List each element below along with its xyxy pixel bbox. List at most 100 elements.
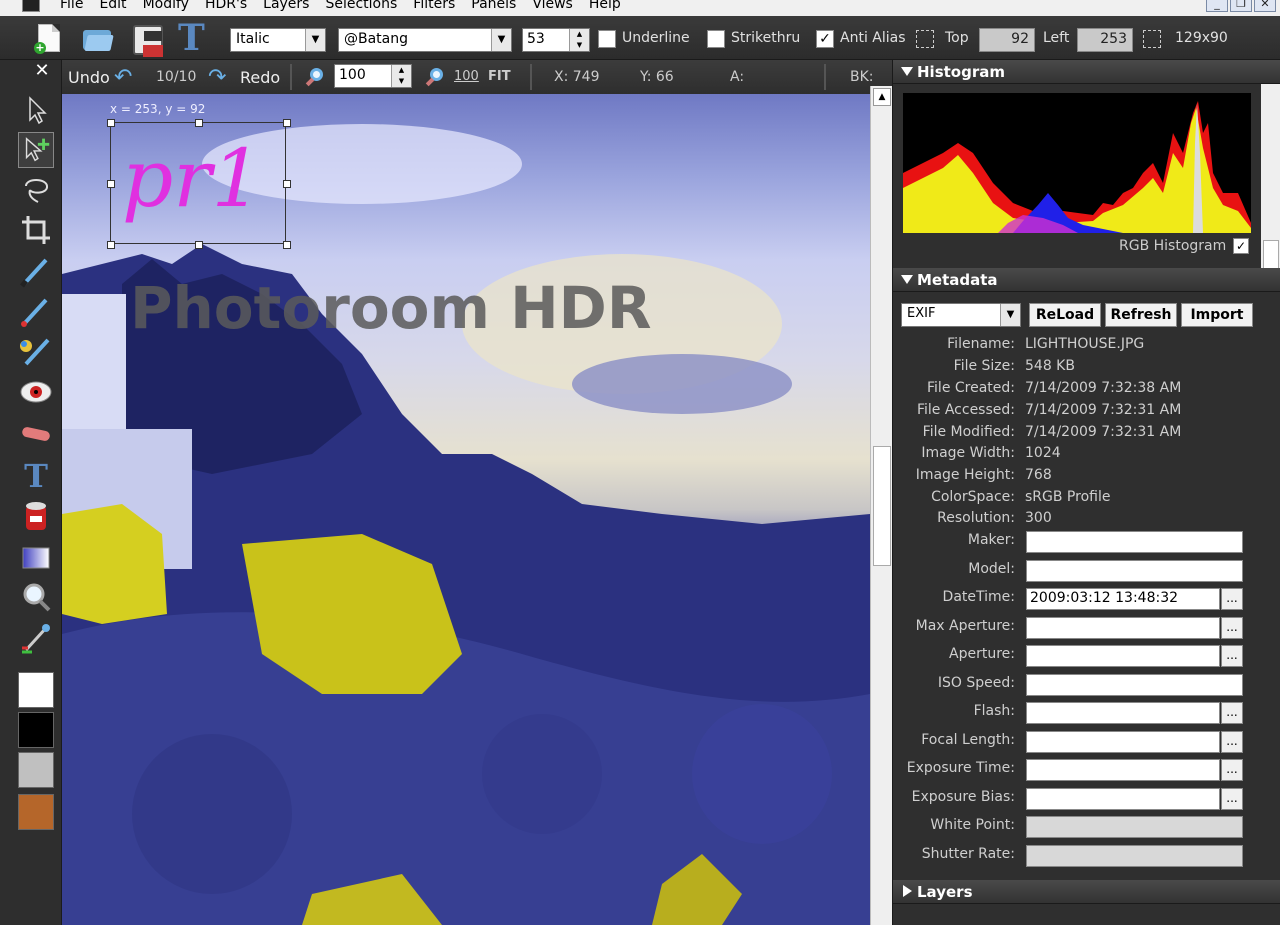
exposure-time-field[interactable] bbox=[1026, 759, 1220, 781]
zoom-tool-icon[interactable] bbox=[18, 580, 54, 616]
model-field[interactable] bbox=[1026, 560, 1243, 582]
zoom-in-icon[interactable] bbox=[304, 66, 326, 88]
text-tool-icon[interactable]: T bbox=[178, 20, 212, 56]
resize-handle[interactable] bbox=[283, 119, 291, 127]
undo-arrow-icon[interactable]: ↶ bbox=[114, 65, 132, 90]
resize-handle[interactable] bbox=[107, 119, 115, 127]
chevron-down-icon[interactable]: ▼ bbox=[491, 29, 511, 51]
swatch-texture[interactable] bbox=[18, 794, 54, 830]
reload-button[interactable]: ReLoad bbox=[1029, 303, 1101, 327]
menu-help[interactable]: Help bbox=[581, 0, 629, 13]
font-size-stepper[interactable]: 53 ▲ ▼ bbox=[522, 28, 590, 52]
add-selection-tool-icon[interactable] bbox=[18, 132, 54, 168]
swatch-gray[interactable] bbox=[18, 752, 54, 788]
aperture-field[interactable] bbox=[1026, 645, 1220, 667]
underline-checkbox[interactable] bbox=[598, 30, 616, 48]
chevron-down-icon[interactable]: ▼ bbox=[1000, 304, 1020, 326]
flash-field[interactable] bbox=[1026, 702, 1220, 724]
swatch-white[interactable] bbox=[18, 672, 54, 708]
spin-buttons[interactable]: ▲ ▼ bbox=[391, 65, 411, 87]
canvas-vertical-scrollbar[interactable]: ▲ bbox=[870, 86, 892, 925]
paint-bucket-tool-icon[interactable] bbox=[18, 498, 54, 534]
max-aperture-browse-button[interactable]: ... bbox=[1221, 617, 1243, 639]
left-field[interactable]: 253 bbox=[1077, 28, 1133, 52]
color-brush-tool-icon[interactable] bbox=[18, 334, 54, 370]
datetime-field[interactable]: 2009:03:12 13:48:32 bbox=[1026, 588, 1220, 610]
menu-views[interactable]: Views bbox=[524, 0, 581, 13]
lasso-tool-icon[interactable] bbox=[18, 172, 54, 208]
collapse-arrow-icon[interactable] bbox=[901, 67, 913, 76]
exposure-bias-field[interactable] bbox=[1026, 788, 1220, 810]
exposure-time-browse-button[interactable]: ... bbox=[1221, 759, 1243, 781]
menu-modify[interactable]: Modify bbox=[135, 0, 197, 13]
redo-arrow-icon[interactable]: ↷ bbox=[208, 65, 226, 90]
resize-handle[interactable] bbox=[195, 241, 203, 249]
zoom-out-icon[interactable] bbox=[424, 66, 446, 88]
eraser-tool-icon[interactable] bbox=[18, 416, 54, 452]
crop-tool-icon[interactable] bbox=[18, 212, 54, 248]
zoom-fit-button[interactable]: FIT bbox=[488, 69, 511, 84]
font-style-select[interactable]: Italic ▼ bbox=[230, 28, 326, 52]
color-picker-tool-icon[interactable] bbox=[18, 620, 54, 656]
menu-selections[interactable]: Selections bbox=[317, 0, 405, 13]
font-name-select[interactable]: @Batang ▼ bbox=[338, 28, 512, 52]
undo-button[interactable]: Undo bbox=[68, 68, 110, 87]
collapse-arrow-icon[interactable] bbox=[901, 275, 913, 284]
save-disk-icon[interactable] bbox=[130, 22, 164, 57]
metadata-format-select[interactable]: EXIF ▼ bbox=[901, 303, 1021, 327]
minimize-button[interactable]: _ bbox=[1206, 0, 1228, 12]
swatch-black[interactable] bbox=[18, 712, 54, 748]
zoom-stepper[interactable]: 100 ▲ ▼ bbox=[334, 64, 412, 88]
close-panel-icon[interactable]: ✕ bbox=[28, 60, 56, 84]
exposure-bias-browse-button[interactable]: ... bbox=[1221, 788, 1243, 810]
max-aperture-field[interactable] bbox=[1026, 617, 1220, 639]
brush-tool-icon[interactable] bbox=[18, 254, 54, 290]
restore-button[interactable]: ❐ bbox=[1230, 0, 1252, 12]
resize-handle[interactable] bbox=[107, 180, 115, 188]
maker-field[interactable] bbox=[1026, 531, 1243, 553]
antialias-checkbox[interactable]: ✓ bbox=[816, 30, 834, 48]
aperture-browse-button[interactable]: ... bbox=[1221, 645, 1243, 667]
strikethru-checkbox[interactable] bbox=[707, 30, 725, 48]
histogram-panel-header[interactable]: Histogram bbox=[893, 60, 1280, 84]
expand-arrow-icon[interactable] bbox=[903, 885, 912, 897]
flash-browse-button[interactable]: ... bbox=[1221, 702, 1243, 724]
resize-handle[interactable] bbox=[283, 180, 291, 188]
close-window-button[interactable]: ✕ bbox=[1254, 0, 1276, 12]
layers-panel-header[interactable]: Layers bbox=[893, 880, 1280, 904]
menu-layers[interactable]: Layers bbox=[255, 0, 317, 13]
top-field[interactable]: 92 bbox=[979, 28, 1035, 52]
menu-filters[interactable]: Filters bbox=[405, 0, 463, 13]
menu-edit[interactable]: Edit bbox=[91, 0, 134, 13]
rgb-histogram-checkbox[interactable]: ✓ bbox=[1233, 238, 1249, 254]
scroll-up-icon[interactable]: ▲ bbox=[873, 88, 891, 106]
resize-handle[interactable] bbox=[107, 241, 115, 249]
iso-speed-field[interactable] bbox=[1026, 674, 1243, 696]
menu-file[interactable]: File bbox=[52, 0, 91, 13]
focal-length-field[interactable] bbox=[1026, 731, 1220, 753]
datetime-browse-button[interactable]: ... bbox=[1221, 588, 1243, 610]
zoom-100-button[interactable]: 100 bbox=[454, 69, 479, 84]
pencil-tool-icon[interactable] bbox=[18, 294, 54, 330]
text-layer-content[interactable]: pr1 bbox=[122, 132, 262, 225]
gradient-tool-icon[interactable] bbox=[18, 540, 54, 576]
pointer-tool-icon[interactable] bbox=[18, 92, 54, 128]
import-button[interactable]: Import bbox=[1181, 303, 1253, 327]
focal-length-browse-button[interactable]: ... bbox=[1221, 731, 1243, 753]
resize-handle[interactable] bbox=[283, 241, 291, 249]
text-tool-icon[interactable]: T bbox=[18, 458, 54, 494]
image-canvas[interactable]: Photoroom HDR x = 253, y = 92 pr1 bbox=[62, 94, 870, 925]
metadata-panel-header[interactable]: Metadata bbox=[893, 268, 1280, 292]
spin-buttons[interactable]: ▲ ▼ bbox=[569, 29, 589, 51]
menu-panels[interactable]: Panels bbox=[463, 0, 524, 13]
resize-handle[interactable] bbox=[195, 119, 203, 127]
panel-scrollbar[interactable] bbox=[1261, 60, 1280, 290]
scroll-thumb[interactable] bbox=[873, 446, 891, 566]
new-document-icon[interactable]: + bbox=[32, 22, 66, 56]
chevron-down-icon[interactable]: ▼ bbox=[305, 29, 325, 51]
open-folder-icon[interactable] bbox=[80, 22, 114, 56]
red-eye-tool-icon[interactable] bbox=[18, 374, 54, 410]
menu-hdrs[interactable]: HDR's bbox=[197, 0, 255, 13]
refresh-button[interactable]: Refresh bbox=[1105, 303, 1177, 327]
redo-button[interactable]: Redo bbox=[240, 68, 280, 87]
